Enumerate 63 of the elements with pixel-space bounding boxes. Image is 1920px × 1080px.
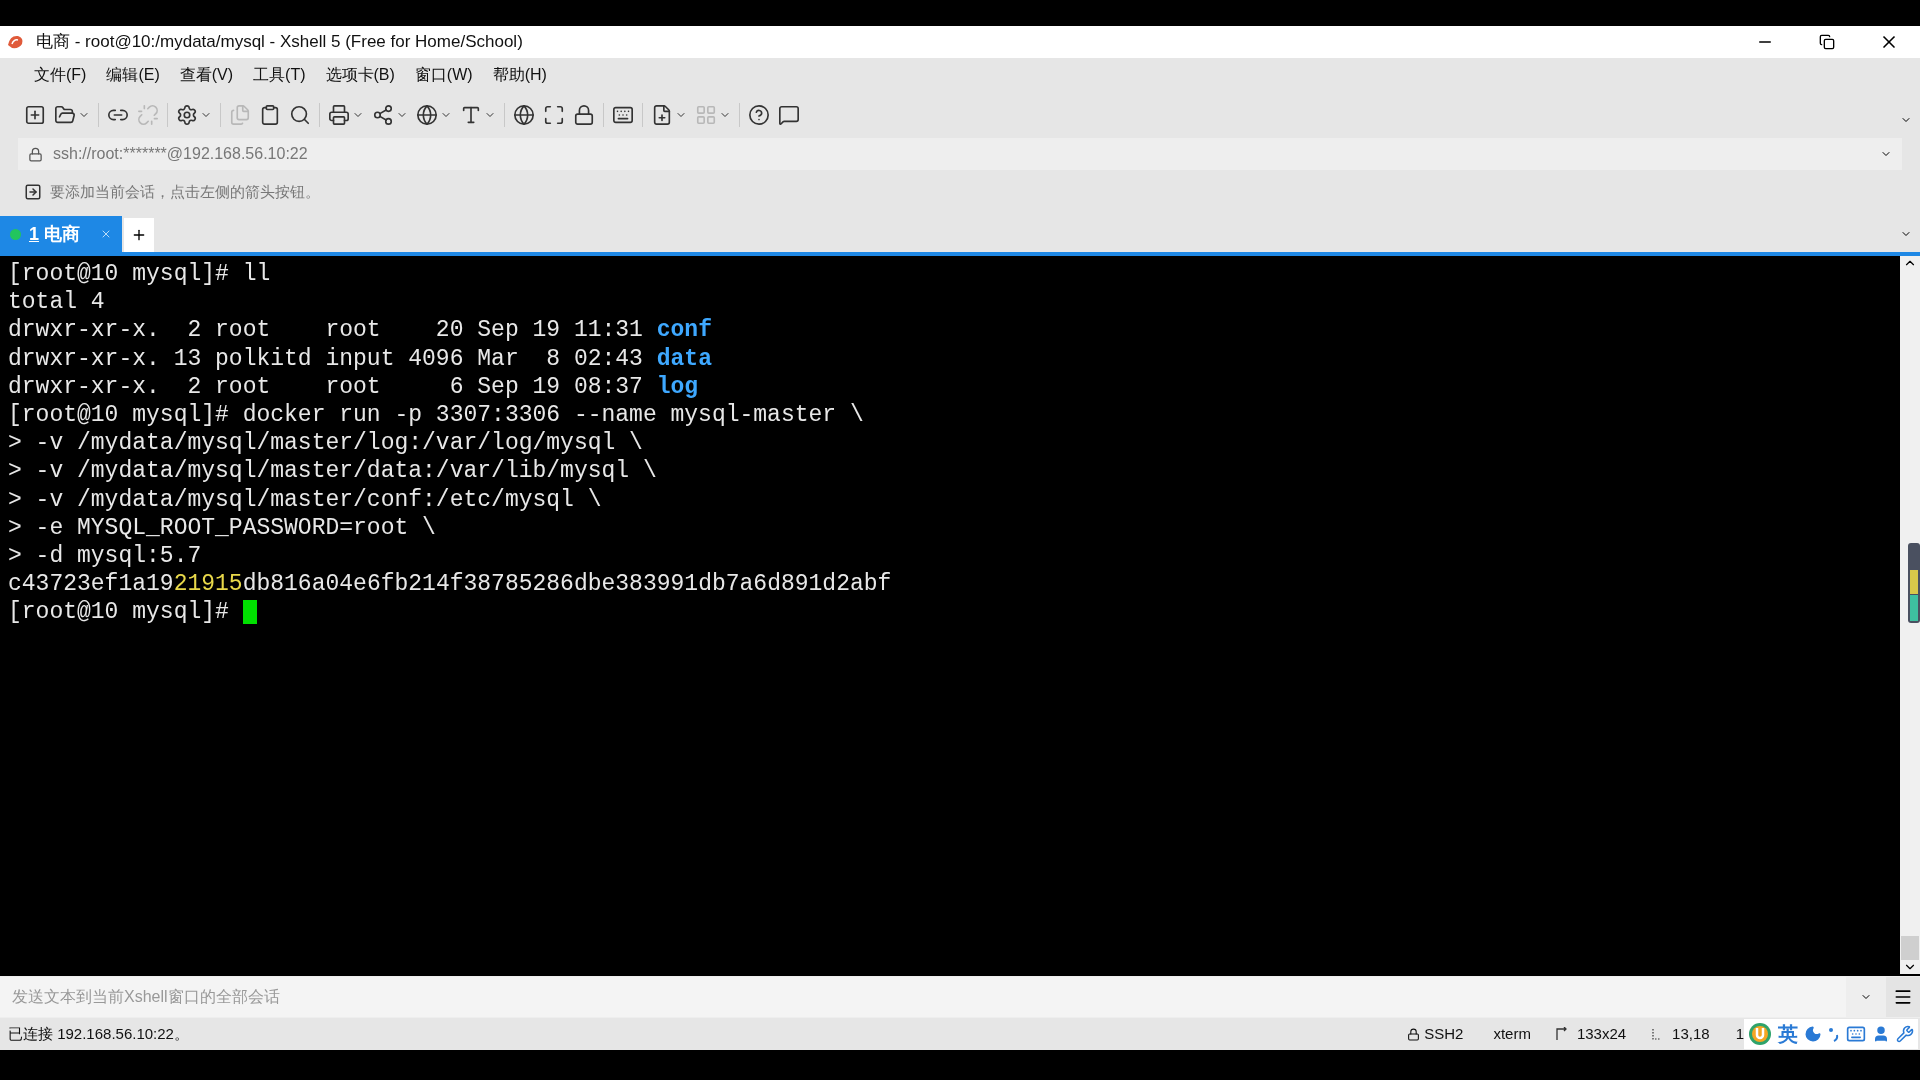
search-icon[interactable]: [289, 104, 311, 126]
cursor-position-icon: [1652, 1028, 1663, 1040]
menu-item[interactable]: 帮助(H): [484, 63, 555, 87]
terminal-line: > -v /mydata/mysql/master/conf:/etc/mysql \: [8, 485, 602, 514]
new-tab-button[interactable]: [124, 218, 155, 252]
menu-button[interactable]: [1886, 977, 1920, 1017]
terminal-line: drwxr-xr-x. 13 polkitd input 4096 Mar 8 02:43 data: [8, 344, 712, 373]
terminal-type: xterm: [1493, 1023, 1531, 1044]
menu-item[interactable]: 工具(T): [245, 63, 314, 87]
new-session-icon[interactable]: [24, 104, 46, 126]
scroll-thumb[interactable]: [1901, 936, 1919, 960]
terminal-line: > -d mysql:5.7: [8, 542, 202, 571]
cursor-position: 13,18: [1672, 1023, 1710, 1044]
ime-logo-icon[interactable]: [1748, 1022, 1772, 1046]
restore-icon[interactable]: [1819, 34, 1835, 50]
terminal-line: > -e MYSQL_ROOT_PASSWORD=root \: [8, 513, 436, 543]
terminal-line: [root@10 mysql]#: [8, 598, 230, 627]
moon-icon[interactable]: [1804, 1025, 1822, 1043]
menu-icon: [1893, 987, 1913, 1007]
lock-icon: [1407, 1027, 1421, 1041]
punctuation-icon[interactable]: [1828, 1026, 1840, 1042]
lock-icon[interactable]: [573, 104, 595, 126]
terminal-line: drwxr-xr-x. 2 root root 6 Sep 19 08:37 log: [8, 372, 699, 401]
terminal-line: [root@10 mysql]# docker run -p 3307:3306 --name mysql-master \: [8, 401, 864, 430]
wrench-icon[interactable]: [1896, 1025, 1914, 1043]
connection-status: 已连接 192.168.56.10:22。: [8, 1023, 189, 1044]
fullscreen-icon[interactable]: [543, 104, 565, 126]
folder-icon[interactable]: [54, 104, 76, 126]
font-icon[interactable]: [460, 104, 482, 126]
help-icon[interactable]: [748, 104, 770, 126]
lock-icon: [28, 146, 43, 162]
keyboard-icon[interactable]: [1846, 1024, 1866, 1044]
menu-item[interactable]: 窗口(W): [406, 63, 481, 87]
terminal-line: drwxr-xr-x. 2 root root 20 Sep 19 11:31 conf: [8, 316, 712, 345]
terminal-size: 133x24: [1576, 1023, 1627, 1044]
paste-icon[interactable]: [259, 104, 281, 126]
add-file-icon[interactable]: [651, 104, 673, 126]
user-icon[interactable]: [1872, 1025, 1890, 1043]
share-icon[interactable]: [372, 104, 394, 126]
input-mode[interactable]: 英: [1778, 1019, 1798, 1049]
hint-text: 要添加当前会话，点击左侧的箭头按钮。: [50, 181, 320, 202]
window-title: 电商 - root@10:/mydata/mysql - Xshell 5 (Free for Home/School): [36, 31, 523, 54]
globe-icon[interactable]: [416, 104, 438, 126]
terminal-line: > -v /mydata/mysql/master/data:/var/lib/mysql \: [8, 457, 657, 486]
menu-item[interactable]: 文件(F): [26, 63, 95, 87]
size-icon: [1554, 1027, 1567, 1041]
level-meter-icon: [1908, 543, 1920, 623]
address-field[interactable]: ssh://root:*******@192.168.56.10:22: [18, 138, 1902, 170]
terminal-line: total 4: [8, 288, 105, 317]
keyboard-icon[interactable]: [612, 104, 634, 126]
menu-item[interactable]: 选项卡(B): [317, 63, 403, 87]
protocol-status: SSH2: [1424, 1023, 1464, 1044]
session-tab[interactable]: 1 电商: [0, 216, 123, 252]
compose-field[interactable]: 发送文本到当前Xshell窗口的全部会话: [0, 977, 1846, 1017]
settings-icon[interactable]: [176, 104, 198, 126]
terminal-line: [root@10 mysql]# ll: [8, 260, 271, 289]
terminal-line: c43723ef1a1921915db816a04e6fb214f38785286dbe383991db7a6d891d2abf: [8, 570, 892, 599]
printer-icon[interactable]: [328, 104, 350, 126]
status-text: 1: [1735, 1023, 1744, 1044]
menu-item[interactable]: 编辑(E): [98, 63, 168, 87]
chat-icon[interactable]: [778, 104, 800, 126]
menu-item[interactable]: 查看(V): [171, 63, 242, 87]
terminal-line: > -v /mydata/mysql/master/log:/var/log/mysql \: [8, 429, 643, 458]
